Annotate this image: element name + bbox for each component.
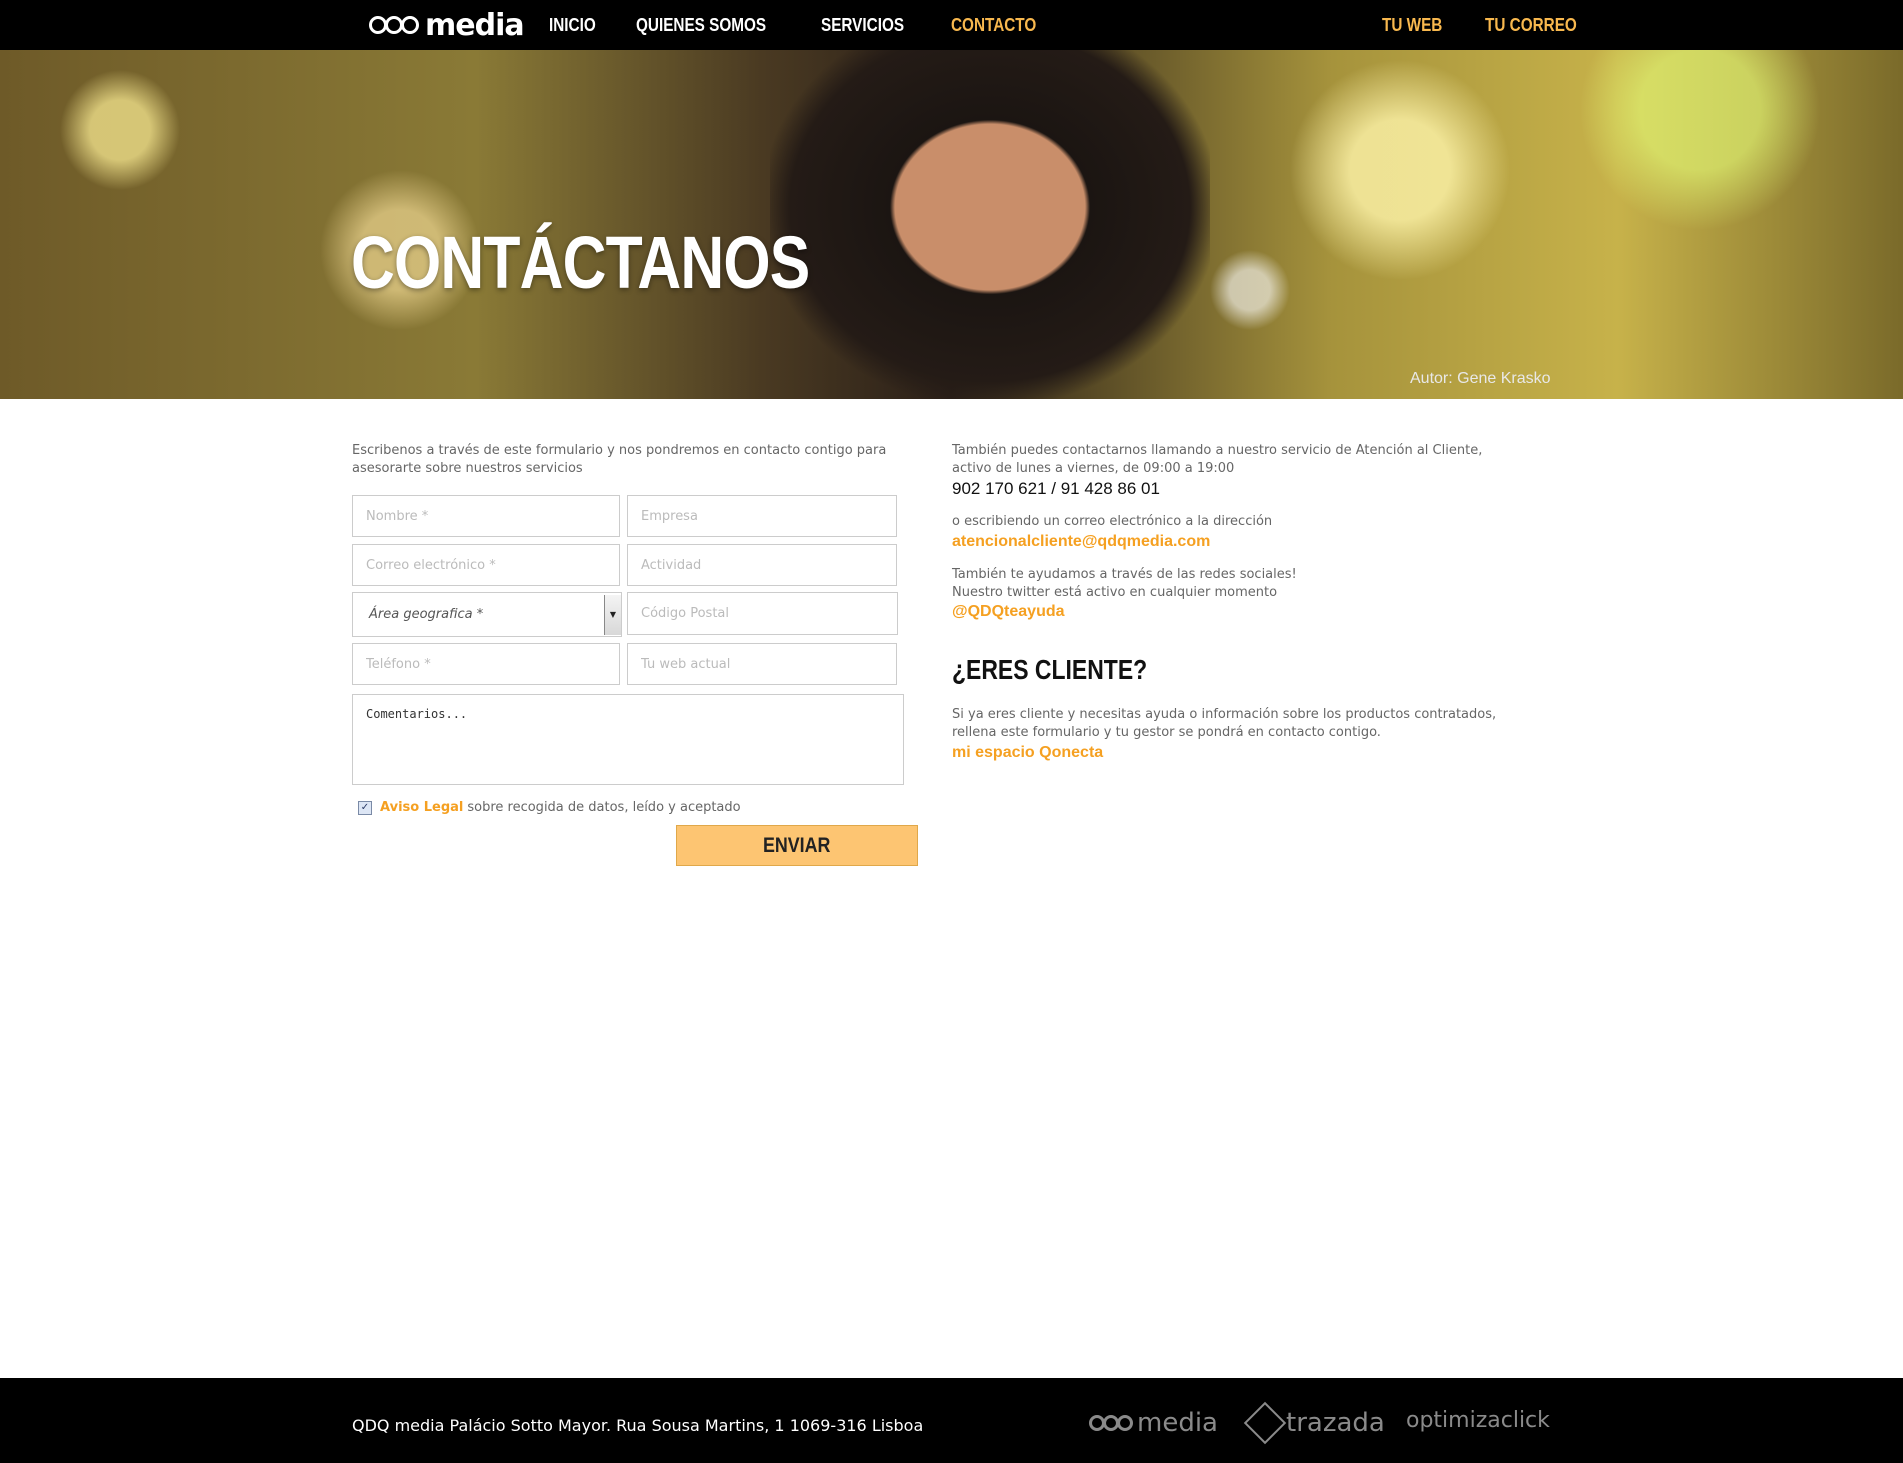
- phone-number[interactable]: 902 170 621 / 91 428 86 01: [952, 479, 1160, 499]
- footer-logo-qdq-text: media: [1137, 1408, 1218, 1438]
- logo-text: media: [425, 7, 525, 43]
- web-input[interactable]: [628, 644, 896, 684]
- nav-inicio[interactable]: INICIO: [549, 15, 596, 36]
- qdq-logo-mark-icon: [369, 16, 419, 34]
- legal-consent: ✓ Aviso Legal sobre recogida de datos, l…: [358, 800, 741, 815]
- email-field[interactable]: [352, 544, 620, 586]
- phone-intro: También puedes contactarnos llamando a n…: [952, 443, 1483, 476]
- main-nav: INICIO QUIENES SOMOS SERVICIOS CONTACTO: [549, 0, 1083, 50]
- enviar-button[interactable]: ENVIAR: [676, 825, 918, 866]
- secondary-nav: TU WEB TU CORREO: [1382, 0, 1625, 50]
- footer-logo-qdq[interactable]: media: [1089, 1408, 1218, 1438]
- enviar-label: ENVIAR: [763, 833, 831, 857]
- footer-logo-trazada[interactable]: trazada: [1243, 1401, 1385, 1445]
- empresa-field[interactable]: [627, 495, 897, 537]
- area-select-value: Área geografica *: [369, 607, 484, 622]
- nombre-input[interactable]: [353, 496, 619, 536]
- social-intro-1: También te ayudamos a través de las rede…: [952, 567, 1297, 582]
- empresa-input[interactable]: [628, 496, 896, 536]
- twitter-link[interactable]: @QDQteayuda: [952, 603, 1065, 621]
- qonecta-link[interactable]: mi espacio Qonecta: [952, 744, 1103, 762]
- nav-servicios[interactable]: SERVICIOS: [821, 15, 904, 36]
- comments-textarea[interactable]: Comentarios...: [353, 695, 903, 784]
- email-input[interactable]: [353, 545, 619, 585]
- codigo-postal-input[interactable]: [628, 593, 897, 634]
- actividad-input[interactable]: [628, 545, 896, 585]
- telefono-field[interactable]: [352, 643, 620, 685]
- nav-quienes-somos[interactable]: QUIENES SOMOS: [636, 15, 766, 36]
- qdq-logo-mark-icon: [1089, 1415, 1133, 1431]
- chevron-down-icon[interactable]: ▼: [604, 594, 621, 635]
- client-text: Si ya eres cliente y necesitas ayuda o i…: [952, 707, 1497, 740]
- email-intro: o escribiendo un correo electrónico a la…: [952, 514, 1273, 529]
- footer-address: QDQ media Palácio Sotto Mayor. Rua Sousa…: [352, 1416, 924, 1435]
- nav-tu-web[interactable]: TU WEB: [1382, 15, 1442, 36]
- nombre-field[interactable]: [352, 495, 620, 537]
- footer-logo-optimizaclick-text: optimizaclick: [1406, 1408, 1550, 1433]
- comments-field[interactable]: Comentarios...: [352, 694, 904, 785]
- codigo-postal-field[interactable]: [627, 592, 898, 635]
- support-email-link[interactable]: atencionalcliente@qdqmedia.com: [952, 533, 1210, 551]
- area-geografica-select[interactable]: Área geografica * ▼: [352, 592, 622, 637]
- client-heading: ¿ERES CLIENTE?: [952, 654, 1148, 685]
- qdq-media-logo[interactable]: media: [369, 7, 525, 43]
- trazada-logo-icon: [1243, 1401, 1287, 1445]
- actividad-field[interactable]: [627, 544, 897, 586]
- nav-tu-correo[interactable]: TU CORREO: [1485, 15, 1577, 36]
- nav-contacto[interactable]: CONTACTO: [951, 15, 1036, 36]
- top-navbar: media INICIO QUIENES SOMOS SERVICIOS CON…: [0, 0, 1903, 50]
- legal-checkbox[interactable]: ✓: [358, 800, 372, 815]
- hero-banner: CONTÁCTANOS Autor: Gene Krasko: [0, 50, 1903, 399]
- footer: QDQ media Palácio Sotto Mayor. Rua Sousa…: [0, 1378, 1903, 1463]
- footer-logo-optimizaclick[interactable]: optimizaclick: [1406, 1408, 1550, 1433]
- footer-logo-trazada-text: trazada: [1286, 1408, 1385, 1438]
- page-title: CONTÁCTANOS: [351, 221, 810, 304]
- legal-text: sobre recogida de datos, leído y aceptad…: [467, 800, 741, 815]
- web-field[interactable]: [627, 643, 897, 685]
- aviso-legal-link[interactable]: Aviso Legal: [380, 800, 463, 815]
- telefono-input[interactable]: [353, 644, 619, 684]
- social-intro-2: Nuestro twitter está activo en cualquier…: [952, 585, 1278, 600]
- hero-photo: [770, 50, 1210, 399]
- photo-credit: Autor: Gene Krasko: [1410, 370, 1551, 387]
- form-intro: Escribenos a través de este formulario y…: [352, 443, 887, 476]
